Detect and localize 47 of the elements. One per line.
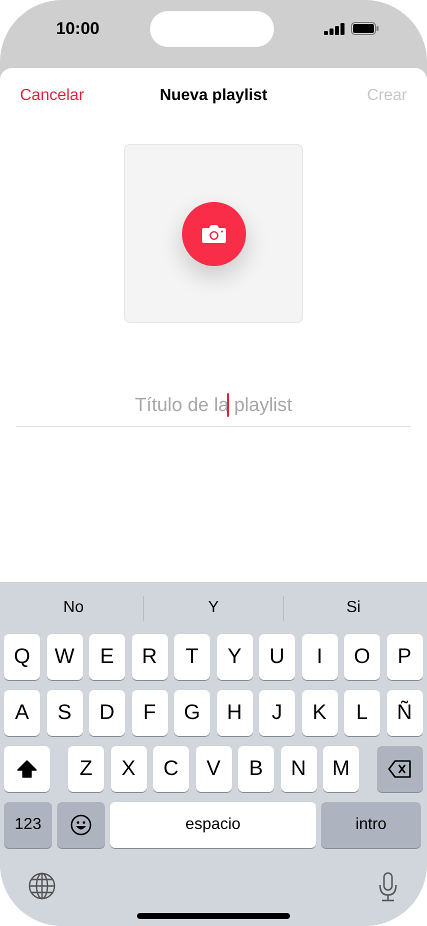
keyboard-key[interactable]: T [174, 634, 210, 680]
return-key[interactable]: intro [321, 802, 421, 848]
keyboard-key[interactable]: U [259, 634, 295, 680]
keyboard-key[interactable]: Y [216, 634, 252, 680]
keyboard-key[interactable]: S [46, 690, 82, 736]
keyboard-key[interactable]: E [89, 634, 125, 680]
keyboard-key[interactable]: R [132, 634, 168, 680]
keyboard-key[interactable]: V [196, 746, 232, 792]
keyboard-key[interactable]: M [323, 746, 359, 792]
keyboard-key[interactable]: Z [68, 746, 104, 792]
suggestion[interactable]: No [4, 599, 143, 617]
camera-icon [200, 224, 226, 244]
keyboard-key[interactable]: Ñ [386, 690, 422, 736]
suggestion[interactable]: Si [284, 599, 423, 617]
status-time: 10:00 [56, 19, 100, 39]
delete-key[interactable] [377, 746, 423, 792]
space-key[interactable]: espacio [110, 802, 316, 848]
keyboard-key[interactable]: P [386, 634, 422, 680]
keyboard-key[interactable]: G [174, 690, 210, 736]
keyboard-key[interactable]: F [132, 690, 168, 736]
keyboard-key[interactable]: Q [4, 634, 40, 680]
battery-icon [351, 22, 379, 35]
keyboard-key[interactable]: W [46, 634, 82, 680]
keyboard-key[interactable]: B [238, 746, 274, 792]
emoji-key[interactable] [57, 802, 105, 848]
keyboard-key[interactable]: K [302, 690, 338, 736]
keyboard-key[interactable]: I [302, 634, 338, 680]
keyboard-key[interactable]: O [344, 634, 380, 680]
signal-icon [324, 22, 345, 34]
microphone-icon[interactable] [377, 872, 399, 902]
cancel-button[interactable]: Cancelar [20, 87, 84, 105]
keyboard-key[interactable]: H [216, 690, 252, 736]
keyboard-key[interactable]: N [280, 746, 316, 792]
keyboard-key[interactable]: J [259, 690, 295, 736]
keyboard-key[interactable]: X [110, 746, 146, 792]
keyboard-key[interactable]: A [4, 690, 40, 736]
globe-icon[interactable] [28, 872, 56, 900]
suggestion[interactable]: Y [144, 599, 283, 617]
shift-key[interactable] [4, 746, 50, 792]
sheet-title: Nueva playlist [160, 87, 268, 105]
shift-icon [17, 760, 37, 778]
emoji-icon [70, 814, 92, 836]
keyboard-key[interactable]: D [89, 690, 125, 736]
keyboard-key[interactable]: C [153, 746, 189, 792]
keyboard-key[interactable]: L [344, 690, 380, 736]
numbers-key[interactable]: 123 [4, 802, 52, 848]
delete-icon [388, 760, 412, 778]
